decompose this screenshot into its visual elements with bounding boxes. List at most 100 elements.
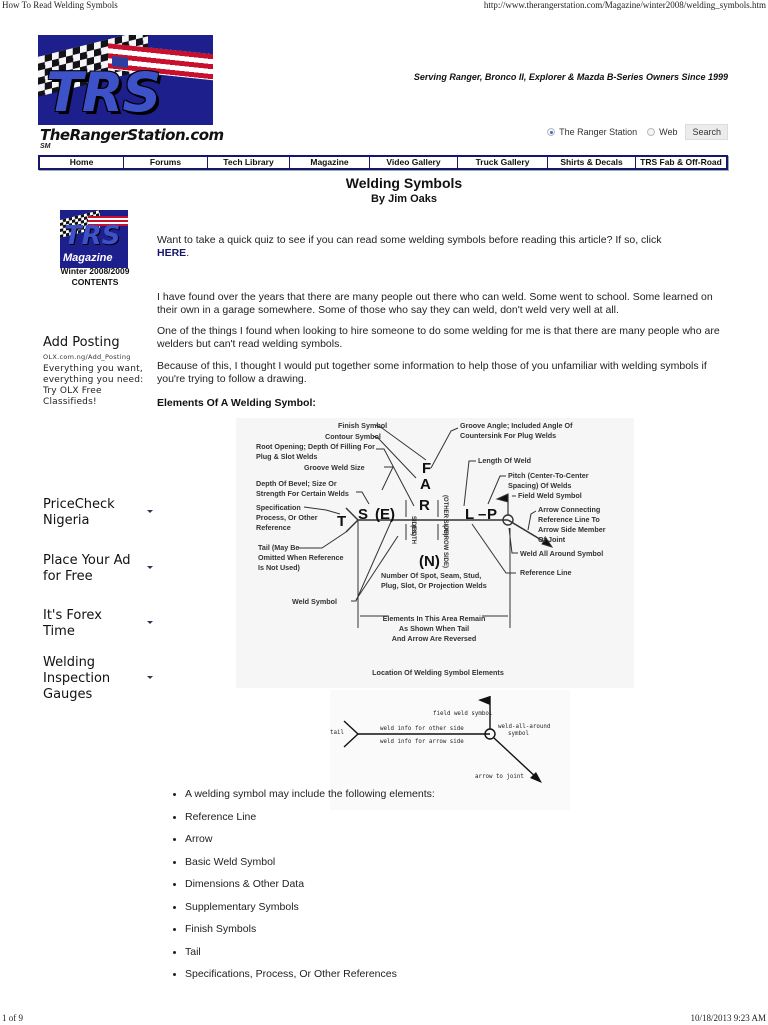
magazine-label: Magazine xyxy=(63,252,113,264)
list-item: Supplementary Symbols xyxy=(170,901,435,924)
letter-e: (E) xyxy=(375,506,395,523)
label-contour-symbol: Contour Symbol xyxy=(325,432,381,441)
issue-contents-link[interactable]: Winter 2008/2009 CONTENTS xyxy=(40,266,150,288)
chevron-down-icon[interactable] xyxy=(147,566,153,569)
print-page-title: How To Read Welding Symbols xyxy=(2,0,118,10)
label-groove-weld-size: Groove Weld Size xyxy=(304,463,365,472)
article-paragraph: One of the things I found when looking t… xyxy=(157,325,720,350)
label-elements-remain-3: And Arrow Are Reversed xyxy=(392,634,477,643)
label-tail-3: Is Not Used) xyxy=(258,563,301,572)
letter-n: (N) xyxy=(419,553,440,570)
side-label-arrow: (ARROW SIDE) xyxy=(442,525,448,568)
nav-truck-gallery[interactable]: Truck Gallery xyxy=(458,157,548,168)
label-depth-bevel: Depth Of Bevel; Size Or xyxy=(256,479,337,488)
chevron-down-icon[interactable] xyxy=(147,510,153,513)
ad-link-forex[interactable]: It's Forex Time xyxy=(43,608,155,640)
issue-label: Winter 2008/2009 xyxy=(60,266,130,276)
label-specification-3: Reference xyxy=(256,523,291,532)
leader xyxy=(355,535,399,601)
print-page-url: http://www.therangerstation.com/Magazine… xyxy=(483,0,766,10)
list-item: A welding symbol may include the followi… xyxy=(170,788,435,811)
print-footer: 1 of 9 10/18/2013 9:23 AM xyxy=(0,1013,768,1025)
radio-ranger-station-label[interactable]: The Ranger Station xyxy=(559,127,637,137)
quiz-link[interactable]: HERE xyxy=(157,247,186,259)
label-depth-bevel-2: Strength For Certain Welds xyxy=(256,489,349,498)
label-length-of-weld: Length Of Weld xyxy=(478,456,531,465)
ad-link-welding-gauges[interactable]: Welding Inspection Gauges xyxy=(43,655,155,703)
sidebar-ad[interactable]: Add Posting OLX.com.ng/Add_Posting Every… xyxy=(43,335,153,408)
radio-web-label[interactable]: Web xyxy=(659,127,677,137)
leader xyxy=(376,448,415,507)
nav-shirts-decals[interactable]: Shirts & Decals xyxy=(548,157,636,168)
nav-video-gallery[interactable]: Video Gallery xyxy=(370,157,458,168)
label-other-side: weld info for other side xyxy=(380,726,464,732)
leader xyxy=(375,424,427,461)
ad-link-pricecheck[interactable]: PriceCheck Nigeria xyxy=(43,497,155,529)
leader xyxy=(463,460,476,507)
quiz-end: . xyxy=(186,246,190,259)
arrow-line xyxy=(493,737,539,780)
page-title: Welding Symbols xyxy=(345,175,463,191)
list-item: Arrow xyxy=(170,833,435,856)
label-field-weld-symbol: field weld symbol xyxy=(433,711,492,717)
search-button[interactable]: Search xyxy=(685,124,728,140)
ad-link-label: Welding Inspection Gauges xyxy=(43,655,111,702)
label-field-weld: Field Weld Symbol xyxy=(518,491,582,500)
leader xyxy=(298,531,347,549)
leader xyxy=(430,427,459,469)
nav-forums[interactable]: Forums xyxy=(124,157,208,168)
chevron-down-icon[interactable] xyxy=(147,621,153,624)
print-header: How To Read Welding Symbols http://www.t… xyxy=(0,0,768,12)
ad-title[interactable]: Add Posting xyxy=(43,335,153,351)
service-mark: SM xyxy=(40,143,51,150)
chevron-down-icon[interactable] xyxy=(147,676,153,679)
label-tail-2: Omitted When Reference xyxy=(258,553,343,562)
nav-trs-fab[interactable]: TRS Fab & Off-Road xyxy=(636,157,726,168)
list-item: Basic Weld Symbol xyxy=(170,856,435,879)
label-arrow-connecting: Arrow Connecting xyxy=(538,505,600,514)
tagline: Serving Ranger, Bronco II, Explorer & Ma… xyxy=(413,72,728,82)
label-arrow-connecting-2: Reference Line To xyxy=(538,515,600,524)
list-item: Finish Symbols xyxy=(170,923,435,946)
label-arrow-to-joint: arrow to joint xyxy=(475,774,524,780)
diagram-svg: F A R T S (E) L – P (N) SIDES) (BOTH (OT… xyxy=(256,421,606,677)
label-root-opening: Root Opening; Depth Of Filling For xyxy=(256,442,375,451)
elements-list: A welding symbol may include the followi… xyxy=(170,788,435,991)
leader xyxy=(527,510,537,531)
nav-magazine[interactable]: Magazine xyxy=(290,157,370,168)
ad-url[interactable]: OLX.com.ng/Add_Posting xyxy=(43,353,153,361)
tail-line xyxy=(343,720,359,735)
label-elements-remain-2: As Shown When Tail xyxy=(399,624,469,633)
label-number-of: Number Of Spot, Seam, Stud, xyxy=(381,571,481,580)
radio-ranger-station[interactable] xyxy=(547,128,556,136)
nav-home[interactable]: Home xyxy=(40,157,124,168)
radio-web[interactable] xyxy=(647,128,656,136)
letter-p: P xyxy=(487,506,497,523)
article-paragraph: Because of this, I thought I would put t… xyxy=(157,360,707,385)
label-weld-all-around: Weld All Around Symbol xyxy=(520,549,603,558)
logo-text: TRS xyxy=(46,61,161,124)
label-groove-angle: Groove Angle; Included Angle Of xyxy=(460,421,573,430)
letter-r: R xyxy=(419,497,430,514)
ad-link-label: PriceCheck Nigeria xyxy=(43,497,115,528)
label-specification-2: Process, Or Other xyxy=(256,513,318,522)
diagram-caption: Location Of Welding Symbol Elements xyxy=(372,668,504,677)
list-item: Tail xyxy=(170,946,435,969)
quiz-text: Want to take a quick quiz to see if you … xyxy=(157,234,662,246)
list-item: Dimensions & Other Data xyxy=(170,878,435,901)
section-heading: Elements Of A Welding Symbol: xyxy=(157,397,316,409)
site-name[interactable]: TheRangerStation.com xyxy=(40,126,224,144)
site-logo[interactable]: TRS xyxy=(38,35,213,125)
ad-description: Everything you want, everything you need… xyxy=(43,364,144,407)
label-arrow-side: weld info for arrow side xyxy=(380,739,464,745)
label-weld-all-around: weld-all-around xyxy=(498,724,550,730)
main-nav: Home Forums Tech Library Magazine Video … xyxy=(38,155,728,170)
byline: By Jim Oaks xyxy=(370,193,438,205)
magazine-logo[interactable]: TRS Magazine xyxy=(60,210,128,268)
nav-tech-library[interactable]: Tech Library xyxy=(208,157,290,168)
site-search: The Ranger Station Web Search xyxy=(547,124,728,140)
tail-line xyxy=(345,507,359,521)
label-arrow-connecting-4: Of Joint xyxy=(538,535,566,544)
ad-link-place-ad[interactable]: Place Your Ad for Free xyxy=(43,553,155,585)
letter-a: A xyxy=(420,476,431,493)
